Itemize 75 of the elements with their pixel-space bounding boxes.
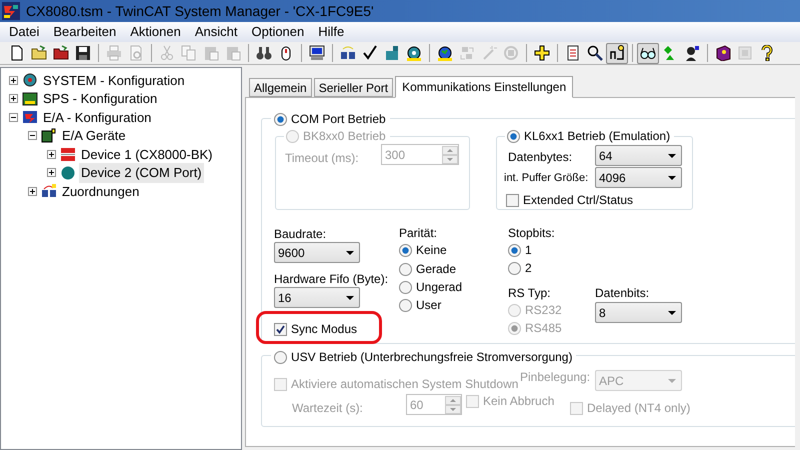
dropdown[interactable]: 8 bbox=[595, 302, 682, 323]
field-label: Hardware Fifo (Byte): bbox=[274, 271, 388, 288]
radio-icon[interactable] bbox=[274, 112, 287, 126]
checkbox-icon[interactable] bbox=[274, 322, 287, 336]
field-label: Timeout (ms): bbox=[285, 150, 359, 167]
collapse-icon[interactable] bbox=[9, 112, 18, 122]
app-icon bbox=[2, 2, 20, 20]
radio-button[interactable]: 2 bbox=[508, 259, 532, 277]
expand-icon[interactable] bbox=[47, 150, 56, 159]
field-label: Stopbits: bbox=[508, 225, 555, 242]
radio-button[interactable]: Gerade bbox=[399, 260, 456, 278]
tab[interactable]: Kommunikations Einstellungen bbox=[395, 76, 574, 98]
spinner-arrows-icon[interactable] bbox=[442, 146, 458, 164]
menu-item[interactable]: Hilfe bbox=[311, 22, 352, 42]
field-label: RS Typ: bbox=[508, 285, 550, 302]
expand-icon[interactable] bbox=[28, 186, 37, 196]
menu-item[interactable]: Bearbeiten bbox=[46, 22, 124, 42]
field-label: Parität: bbox=[399, 225, 438, 242]
caret-icon[interactable] bbox=[668, 154, 676, 158]
spinner-arrows-icon[interactable] bbox=[445, 396, 461, 414]
field-label: Wartezeit (s): bbox=[292, 400, 363, 417]
dropdown[interactable]: 64 bbox=[595, 145, 682, 166]
tab[interactable]: Serieller Port bbox=[314, 78, 394, 97]
field-label: int. Puffer Größe: bbox=[504, 171, 588, 186]
tree-item[interactable]: E/A - Konfiguration bbox=[41, 108, 154, 127]
dropdown[interactable]: 16 bbox=[274, 287, 360, 308]
radio-icon[interactable] bbox=[508, 244, 521, 256]
menu-item[interactable]: Datei bbox=[2, 22, 46, 42]
caret-icon[interactable] bbox=[346, 296, 354, 300]
window-title: CX8080.tsm - TwinCAT System Manager - 'CX-1FC9E5' bbox=[26, 2, 374, 21]
radio-button[interactable]: Ungerad bbox=[399, 278, 462, 296]
radio-button[interactable]: KL6xx1 Betrieb (Emulation) bbox=[505, 127, 674, 145]
radio-icon[interactable] bbox=[508, 262, 521, 274]
tree-item[interactable]: Zuordnungen bbox=[60, 182, 142, 201]
checkbox[interactable]: Extended Ctrl/Status bbox=[506, 191, 634, 209]
dropdown[interactable]: 4096 bbox=[595, 167, 682, 188]
radio-icon[interactable] bbox=[399, 280, 412, 294]
field-label: Datenbits: bbox=[595, 285, 650, 302]
tree-item[interactable]: E/A Geräte bbox=[60, 126, 128, 146]
radio-icon[interactable] bbox=[399, 244, 412, 256]
field-label: Datenbytes: bbox=[508, 149, 572, 166]
radio-button[interactable]: 1 bbox=[508, 241, 532, 259]
field-label: Pinbelegung: bbox=[520, 369, 590, 386]
radio-icon[interactable] bbox=[507, 130, 520, 142]
beckhoff-logo-icon bbox=[60, 146, 76, 162]
menu-item[interactable]: Aktionen bbox=[123, 22, 188, 42]
radio-button[interactable]: COM Port Betrieb bbox=[271, 110, 390, 128]
menu-item[interactable]: Optionen bbox=[244, 22, 312, 42]
tree-item[interactable]: Device 2 (COM Port) bbox=[79, 163, 204, 182]
caret-icon[interactable] bbox=[668, 310, 676, 314]
collapse-icon[interactable] bbox=[28, 131, 37, 140]
caret-icon[interactable] bbox=[668, 176, 676, 180]
radio-button[interactable]: Keine bbox=[399, 241, 447, 259]
tree-item[interactable]: Device 1 (CX8000-BK) bbox=[79, 144, 214, 164]
checkbox-icon[interactable] bbox=[506, 194, 519, 206]
expand-icon[interactable] bbox=[47, 168, 56, 178]
radio-icon[interactable] bbox=[399, 262, 412, 276]
radio-icon[interactable] bbox=[399, 298, 412, 312]
caret-icon[interactable] bbox=[346, 250, 354, 254]
tree-item[interactable]: SYSTEM - Konfiguration bbox=[41, 70, 187, 90]
field-label: Baudrate: bbox=[274, 226, 326, 243]
lightning-icon bbox=[22, 109, 38, 126]
tree-item[interactable]: SPS - Konfiguration bbox=[41, 89, 160, 108]
radio-icon[interactable] bbox=[274, 350, 287, 364]
expand-icon[interactable] bbox=[9, 76, 18, 85]
dropdown[interactable]: 9600 bbox=[274, 242, 360, 263]
devices-icon bbox=[41, 128, 57, 144]
circle-icon bbox=[60, 164, 76, 181]
expand-icon[interactable] bbox=[9, 94, 18, 104]
checkbox[interactable]: Sync Modus bbox=[274, 320, 358, 338]
radio-button[interactable]: User bbox=[399, 296, 442, 314]
tab[interactable]: Allgemein bbox=[249, 78, 312, 97]
boxes-icon bbox=[41, 183, 57, 200]
radio-button[interactable]: USV Betrieb (Unterbrechungsfreie Stromversorgung) bbox=[271, 348, 576, 366]
menu-item[interactable]: Ansicht bbox=[188, 22, 244, 42]
